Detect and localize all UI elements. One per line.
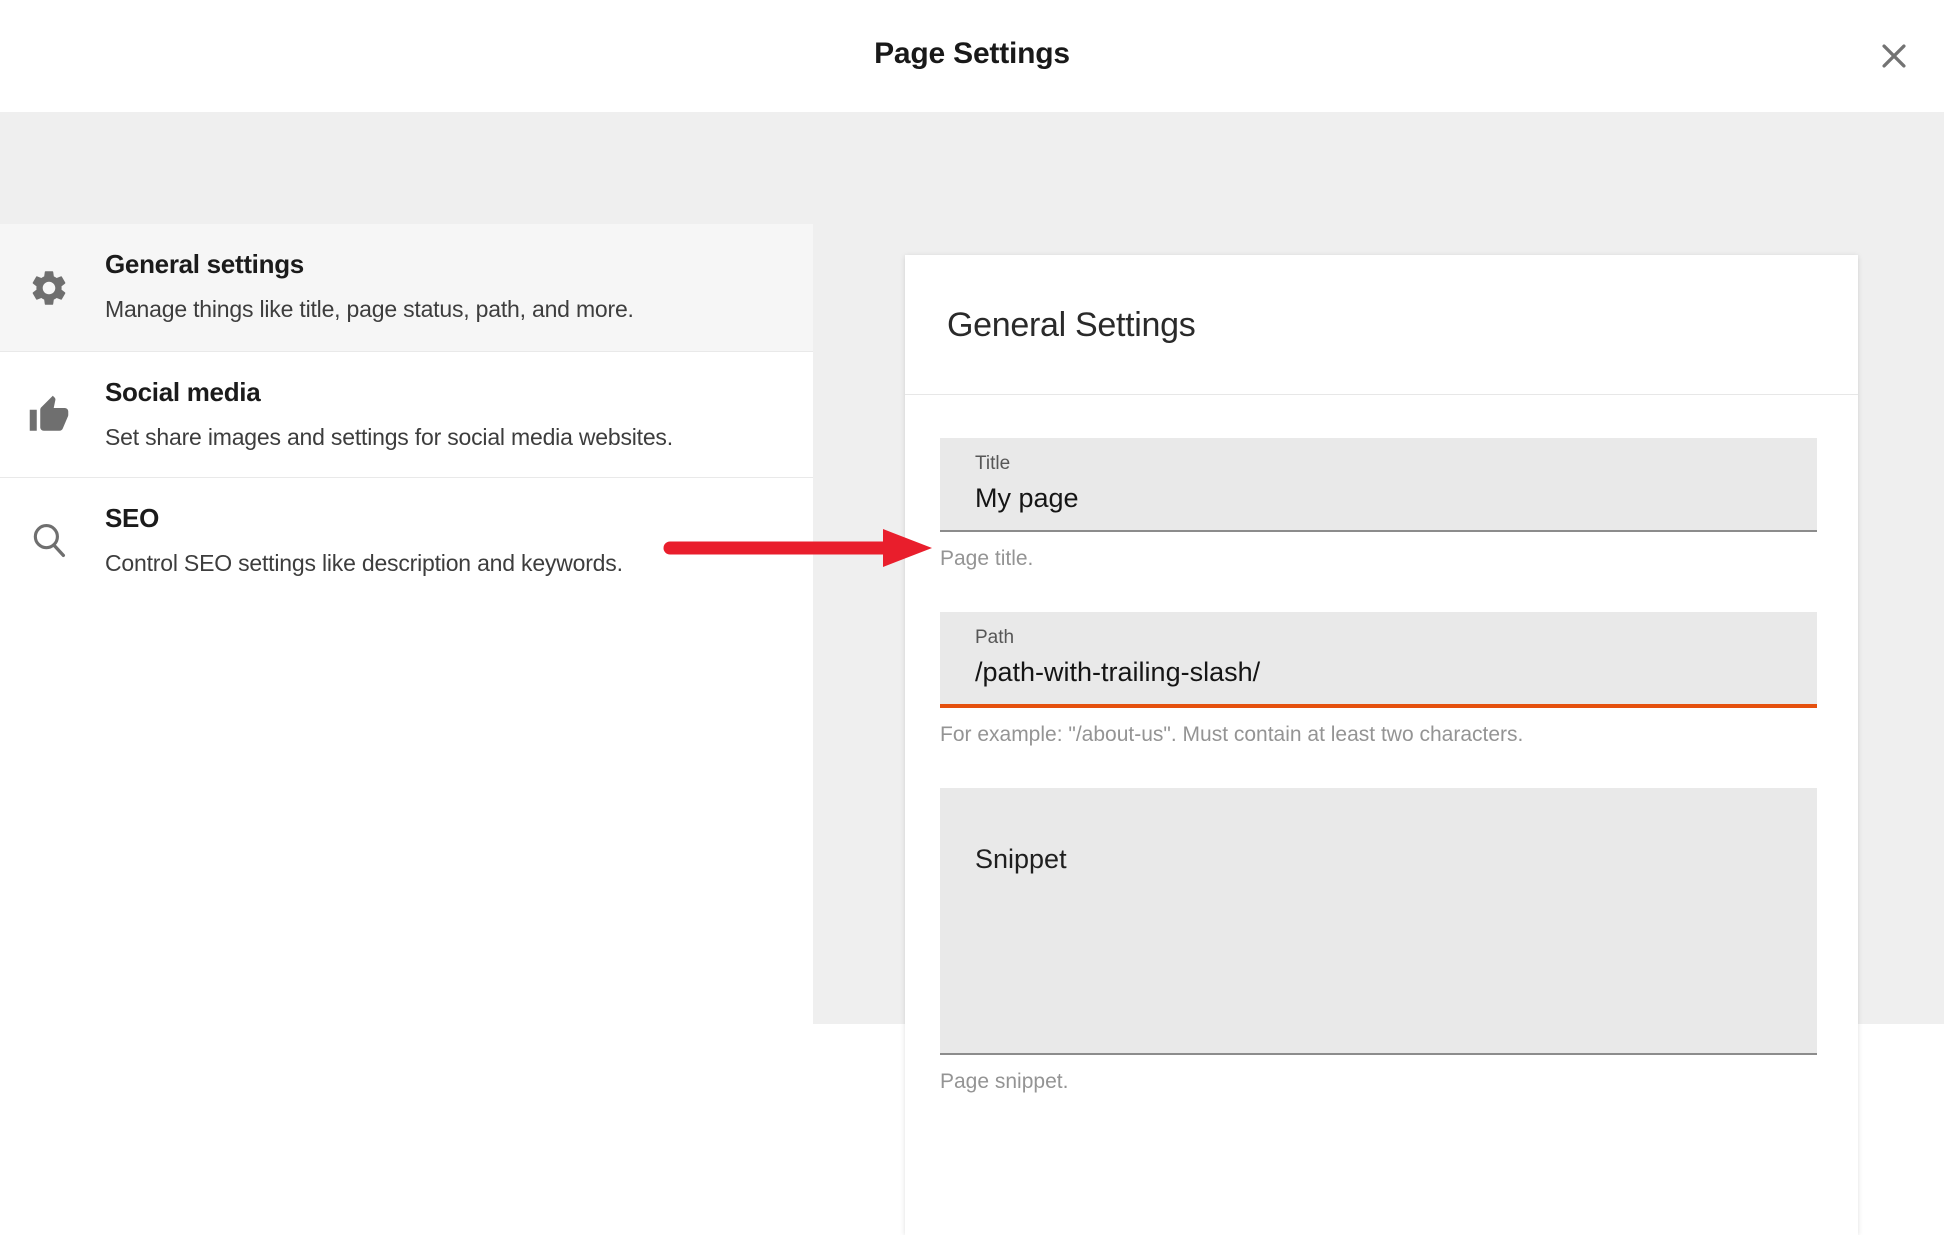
sidebar-item-title: General settings bbox=[105, 247, 783, 281]
close-icon bbox=[1877, 39, 1911, 73]
panel-heading: General Settings bbox=[905, 255, 1858, 395]
title-field[interactable]: Title bbox=[940, 438, 1817, 532]
path-input[interactable] bbox=[975, 656, 1797, 688]
title-field-label: Title bbox=[975, 453, 1797, 475]
settings-nav: General settings Manage things like titl… bbox=[0, 224, 813, 1024]
sidebar-item-general-settings[interactable]: General settings Manage things like titl… bbox=[0, 224, 813, 352]
close-button[interactable] bbox=[1877, 39, 1911, 73]
sidebar-item-seo[interactable]: SEO Control SEO settings like descriptio… bbox=[0, 478, 813, 604]
title-input[interactable] bbox=[975, 482, 1797, 514]
gear-icon bbox=[28, 267, 70, 309]
sidebar-item-description: Set share images and settings for social… bbox=[105, 422, 783, 452]
page-settings-modal: Page Settings General settings Manage th… bbox=[0, 0, 1944, 1024]
modal-title: Page Settings bbox=[0, 37, 1944, 71]
sidebar-item-title: Social media bbox=[105, 375, 783, 409]
title-field-helper: Page title. bbox=[940, 546, 1817, 572]
snippet-field-label: Snippet bbox=[975, 843, 1797, 875]
search-icon bbox=[28, 520, 70, 562]
general-settings-panel: General Settings Title Page title. Path … bbox=[905, 255, 1858, 1235]
sidebar-item-social-media[interactable]: Social media Set share images and settin… bbox=[0, 352, 813, 478]
path-field-helper: For example: "/about-us". Must contain a… bbox=[940, 722, 1817, 748]
modal-header: Page Settings bbox=[0, 0, 1944, 112]
snippet-field-helper: Page snippet. bbox=[940, 1069, 1817, 1095]
sidebar-item-description: Manage things like title, page status, p… bbox=[105, 294, 783, 324]
sidebar-item-title: SEO bbox=[105, 501, 783, 535]
path-field-label: Path bbox=[975, 627, 1797, 649]
sidebar-item-description: Control SEO settings like description an… bbox=[105, 548, 783, 578]
thumb-up-icon bbox=[28, 394, 70, 436]
panel-content: Title Page title. Path For example: "/ab… bbox=[905, 395, 1858, 1095]
snippet-field[interactable]: Snippet bbox=[940, 788, 1817, 1055]
path-field[interactable]: Path bbox=[940, 612, 1817, 708]
modal-body: General settings Manage things like titl… bbox=[0, 112, 1944, 1024]
snippet-textarea[interactable] bbox=[975, 875, 1801, 1049]
